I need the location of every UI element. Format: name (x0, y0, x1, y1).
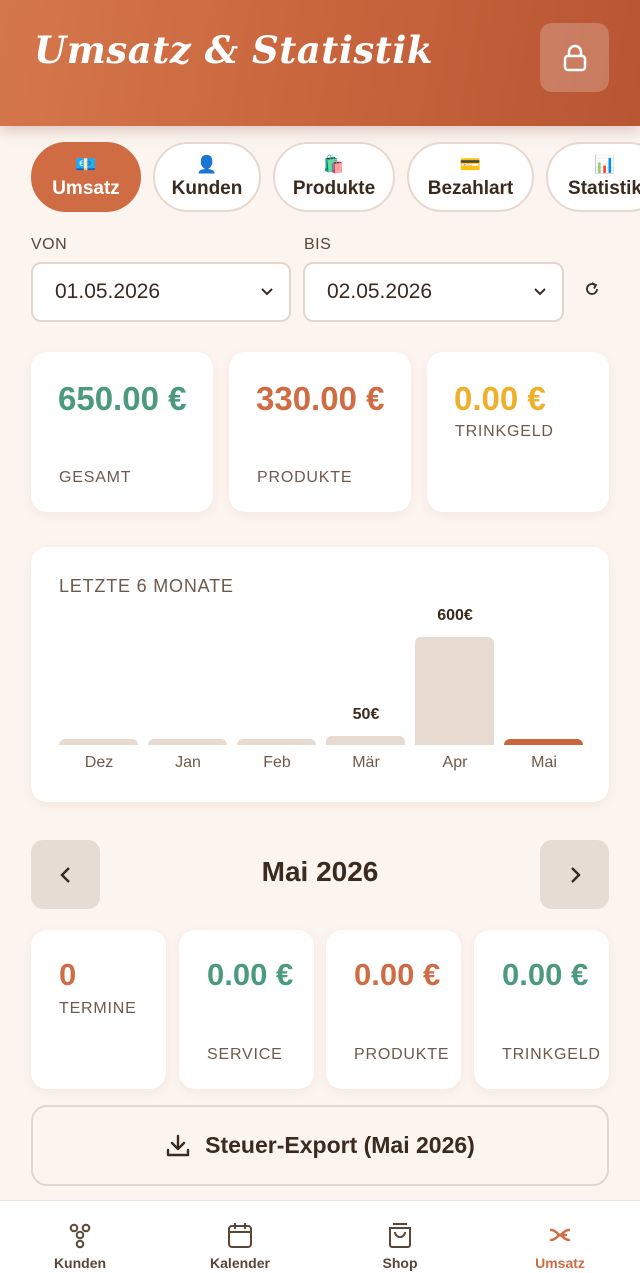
nav-item-kunden[interactable]: Kunden (0, 1201, 160, 1273)
tax-export-label: Steuer-Export (Mai 2026) (205, 1132, 475, 1158)
tab-kunden[interactable]: 👤 Kunden (153, 142, 261, 212)
month-title: Mai 2026 (261, 856, 379, 887)
from-date-value: 01.05.2026 (55, 280, 161, 303)
tips-value: 0.00 € (454, 380, 546, 417)
nav-label: Umsatz (535, 1255, 585, 1271)
nav-label: Shop (382, 1255, 418, 1271)
to-date-value: 02.05.2026 (327, 280, 433, 303)
to-date-select[interactable]: 02.05.2026 (303, 262, 564, 322)
chevron-left-icon (59, 866, 70, 883)
products-label: PRODUKTE (354, 1046, 450, 1063)
chart-category-label: Feb (263, 754, 291, 771)
summary-card-gesamt: 650.00 € GESAMT (31, 352, 213, 512)
tips-month-label: TRINKGELD (502, 1046, 601, 1063)
section-tabs: 💶 Umsatz 👤 Kunden 🛍️ Produkte 💳 Bezahlar… (31, 142, 640, 212)
tips-label: TRINKGELD (455, 423, 554, 440)
money-icon: 💶 (75, 154, 97, 174)
chart-category-label: Mär (352, 754, 380, 771)
chart-value-label: 600€ (437, 607, 473, 624)
service-value: 0.00 € (207, 957, 294, 992)
tab-produkte[interactable]: 🛍️ Produkte (273, 142, 395, 212)
appointments-label: TERMINE (59, 1000, 137, 1017)
chart-bar-apr (415, 637, 494, 745)
to-label: BIS (304, 236, 332, 253)
stat-card-service: 0.00 € SERVICE (179, 930, 314, 1089)
chart-category-label: Jan (175, 754, 201, 771)
tab-umsatz[interactable]: 💶 Umsatz (31, 142, 141, 212)
users-icon (69, 1223, 91, 1249)
tab-label: Bezahlart (427, 177, 514, 199)
shopping-bag-icon (389, 1223, 411, 1248)
tips-month-value: 0.00 € (502, 957, 589, 992)
tab-statistik[interactable]: 📊 Statistik (546, 142, 640, 212)
calendar-icon (228, 1223, 252, 1248)
tab-label: Produkte (292, 177, 376, 199)
nav-label: Kunden (53, 1255, 107, 1271)
lock-button[interactable] (540, 23, 609, 92)
refresh-button[interactable] (583, 280, 601, 302)
nav-item-shop[interactable]: Shop (320, 1201, 480, 1273)
from-label: VON (31, 236, 68, 253)
appointments-value: 0 (59, 957, 77, 992)
chart-category-label: Apr (442, 754, 468, 771)
refresh-icon (586, 282, 598, 295)
products-revenue-value: 330.00 € (256, 380, 385, 417)
chart-bar-mär (326, 736, 405, 745)
app-header: Umsatz & Statistik (0, 0, 640, 126)
stat-card-produkte: 0.00 € PRODUKTE (326, 930, 461, 1089)
download-icon (166, 1134, 190, 1156)
chevron-down-icon (261, 288, 273, 296)
tab-bezahlart[interactable]: 💳 Bezahlart (407, 142, 534, 212)
chart-bar-dez (59, 739, 138, 745)
chart-bar-jan (148, 739, 227, 745)
products-value: 0.00 € (354, 957, 441, 992)
chevron-right-icon (570, 866, 581, 883)
products-revenue-label: PRODUKTE (257, 469, 353, 486)
nav-item-umsatz[interactable]: Umsatz (480, 1201, 640, 1273)
chart-value-label: 50€ (352, 706, 380, 723)
tab-label: Kunden (171, 177, 243, 199)
nav-item-kalender[interactable]: Kalender (160, 1201, 320, 1273)
previous-month-button[interactable] (31, 840, 100, 909)
from-date-select[interactable]: 01.05.2026 (31, 262, 291, 322)
page-title: Umsatz & Statistik (34, 28, 434, 72)
stat-card-trinkgeld: 0.00 € TRINKGELD (474, 930, 609, 1089)
chart-bar-feb (237, 739, 316, 745)
shopping-bags-icon: 🛍️ (323, 154, 345, 174)
next-month-button[interactable] (540, 840, 609, 909)
monthly-chart: LETZTE 6 MONATE Dez Jan Feb Mär 50€ Apr 600€ Ma… (31, 547, 609, 802)
bar-chart-icon: 📊 (594, 154, 616, 174)
credit-card-icon: 💳 (459, 154, 482, 174)
stat-card-termine: 0 TERMINE (31, 930, 166, 1089)
lock-icon (563, 44, 586, 71)
tax-export-button[interactable]: Steuer-Export (Mai 2026) (31, 1105, 609, 1186)
chart-category-label: Dez (84, 754, 114, 771)
total-revenue-value: 650.00 € (58, 380, 187, 417)
nav-label: Kalender (210, 1255, 270, 1271)
total-revenue-label: GESAMT (59, 469, 132, 486)
chevron-down-icon (534, 288, 546, 296)
bottom-navigation: Kunden Kalender Shop Umsatz (0, 1200, 640, 1273)
chart-category-label: Mai (531, 754, 557, 771)
service-label: SERVICE (207, 1046, 283, 1063)
chart-title: LETZTE 6 MONATE (59, 576, 234, 596)
tab-label: Umsatz (52, 177, 120, 199)
user-icon: 👤 (196, 154, 218, 174)
tab-label: Statistik (568, 177, 640, 199)
chart-bar-mai (504, 739, 583, 745)
summary-card-trinkgeld: 0.00 € TRINKGELD (427, 352, 609, 512)
revenue-icon (549, 1228, 571, 1242)
summary-card-produkte: 330.00 € PRODUKTE (229, 352, 411, 512)
